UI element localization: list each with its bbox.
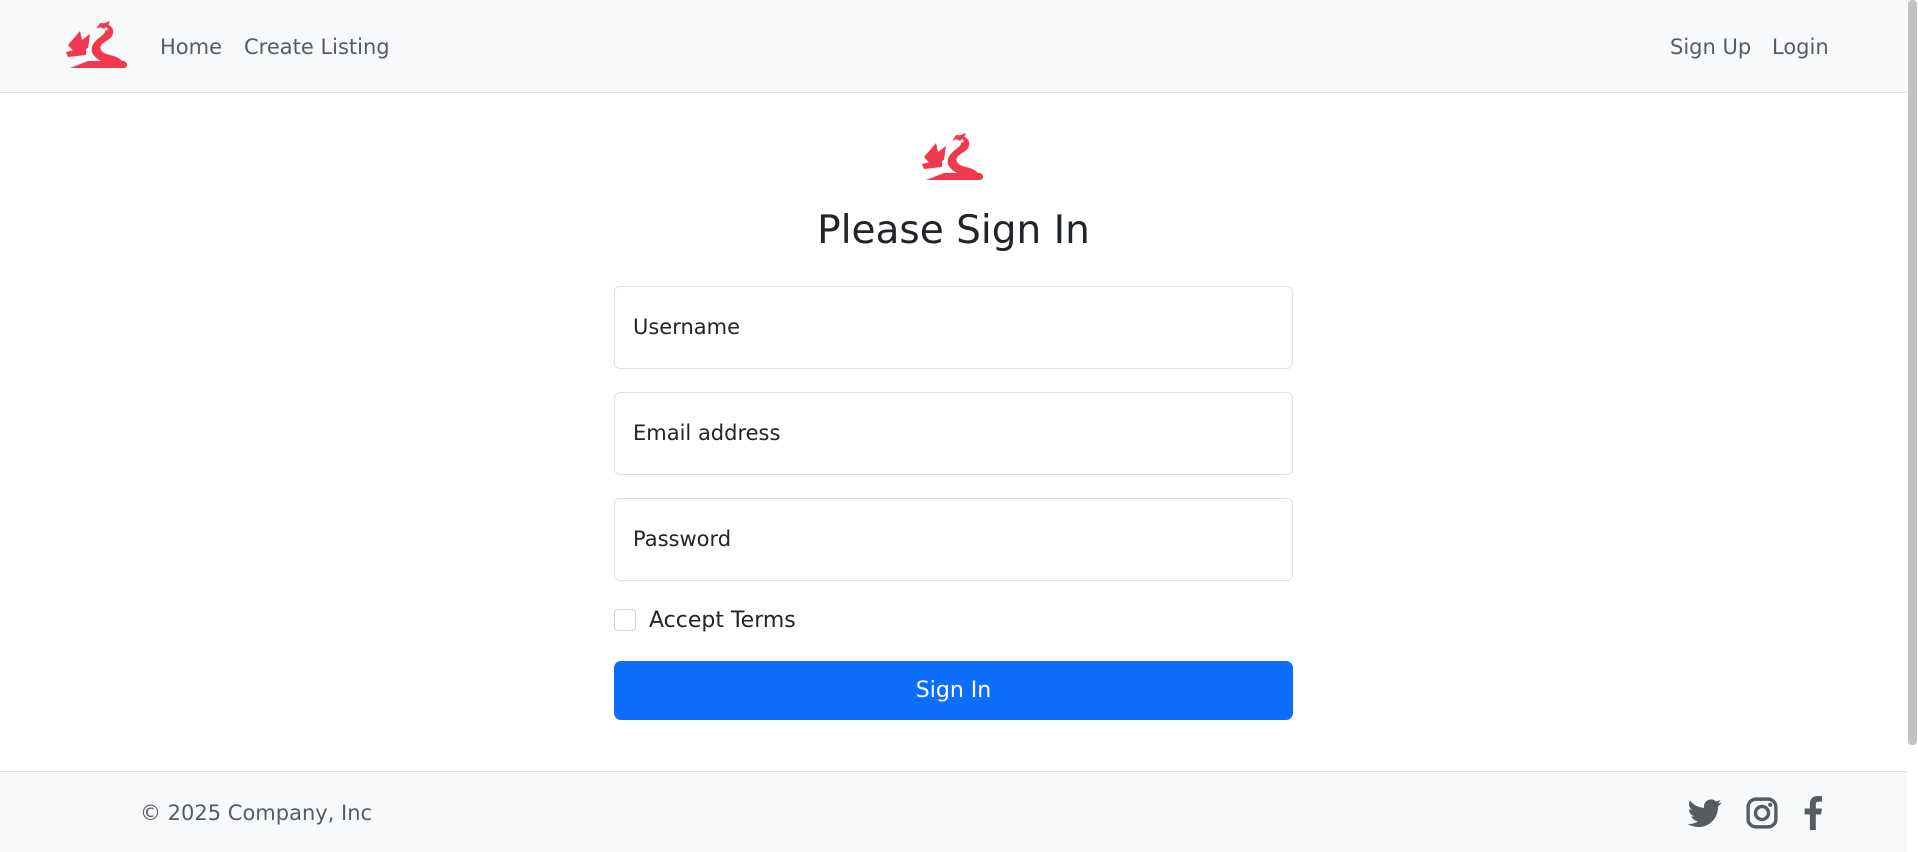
- nav-link-sign-up[interactable]: Sign Up: [1670, 31, 1751, 63]
- sign-in-button[interactable]: Sign In: [614, 661, 1293, 720]
- facebook-icon[interactable]: [1796, 796, 1830, 830]
- username-input[interactable]: [615, 287, 1292, 368]
- top-navbar: Home Create Listing Sign Up Login: [0, 0, 1907, 93]
- footer: © 2025 Company, Inc: [0, 771, 1907, 852]
- password-input[interactable]: [615, 499, 1292, 580]
- scrollbar-thumb[interactable]: [1908, 0, 1917, 745]
- password-field[interactable]: Password: [614, 498, 1293, 581]
- accept-terms-label[interactable]: Accept Terms: [649, 606, 796, 636]
- twitter-icon[interactable]: [1688, 796, 1722, 830]
- email-input[interactable]: [615, 393, 1292, 474]
- nav-link-login[interactable]: Login: [1772, 31, 1829, 63]
- nav-link-home[interactable]: Home: [160, 31, 222, 63]
- instagram-icon[interactable]: [1745, 796, 1779, 830]
- dragon-logo-icon: [922, 133, 983, 180]
- dragon-logo-icon[interactable]: [66, 21, 128, 69]
- copyright-text: © 2025 Company, Inc: [140, 801, 373, 825]
- accept-terms-checkbox[interactable]: [614, 609, 636, 631]
- page-title: Please Sign In: [817, 208, 1090, 253]
- username-field[interactable]: Username: [614, 286, 1293, 369]
- nav-link-create-listing[interactable]: Create Listing: [244, 31, 390, 63]
- email-field[interactable]: Email address: [614, 392, 1293, 475]
